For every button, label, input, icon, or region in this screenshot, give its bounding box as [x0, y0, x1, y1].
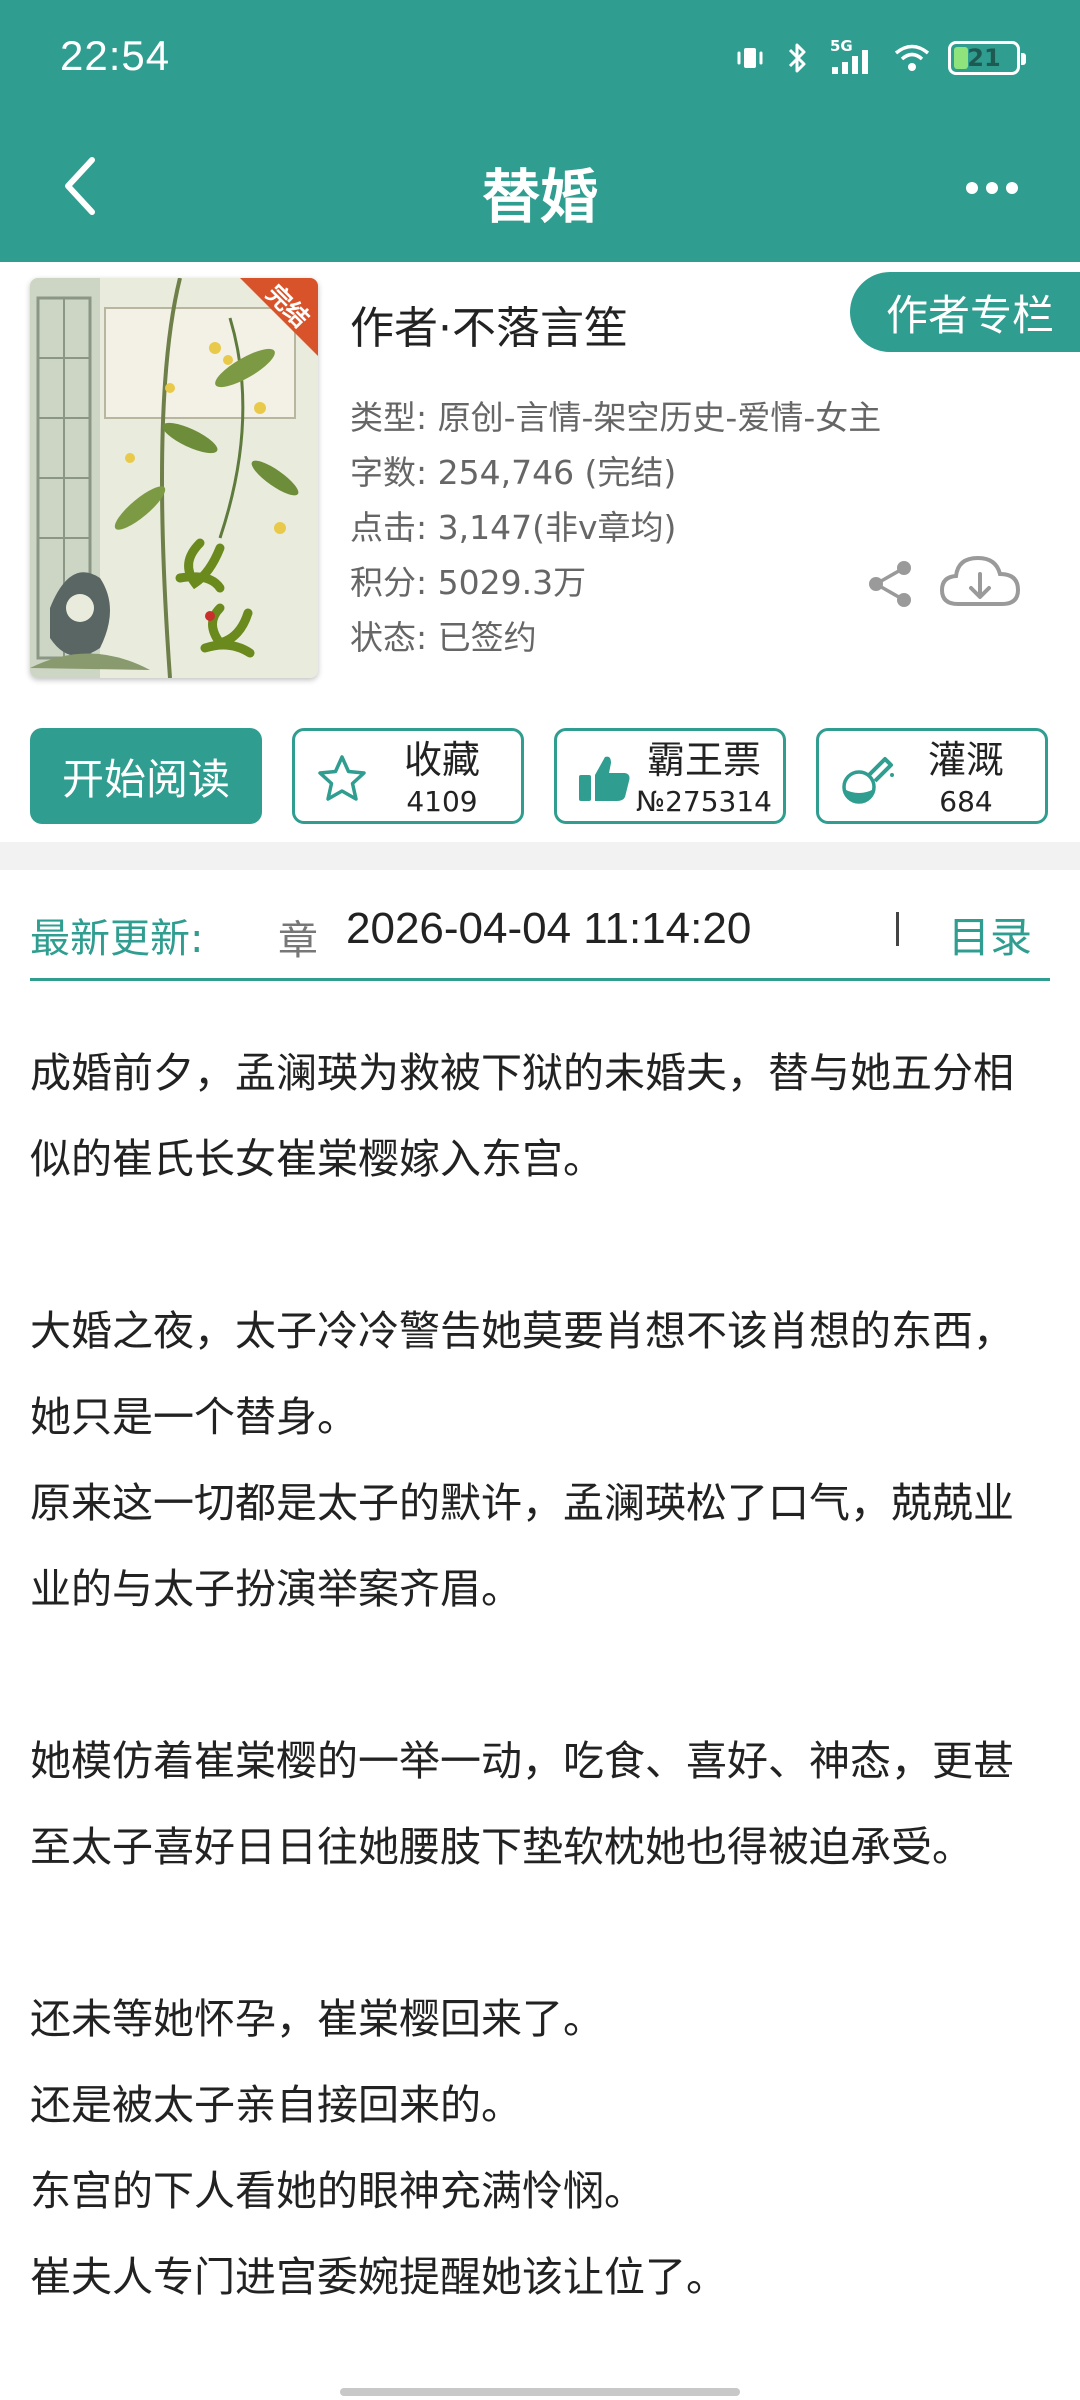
synopsis-paragraph: 崔夫人专门进宫委婉提醒她该让位了。	[30, 2253, 727, 2301]
star-icon	[318, 755, 366, 801]
signal-indicator: 5G	[830, 37, 876, 75]
latest-update-row[interactable]: 最新更新: 章 2026-04-04 11:14:20 目录	[0, 870, 1080, 1010]
nutrient-label: 灌溉	[927, 738, 1004, 782]
share-button[interactable]	[862, 556, 918, 612]
action-button-row: 开始阅读 收藏 4109 霸王票 №275314 灌溉 684	[30, 728, 1050, 824]
wifi-icon	[894, 44, 930, 71]
synopsis-blank-line	[30, 1890, 1050, 1976]
share-icon	[869, 561, 911, 607]
page-title: 替婚	[481, 163, 598, 231]
synopsis-paragraph: 原来这一切都是太子的默许，孟澜瑛松了口气，兢兢业业的与太子扮演举案齐眉。	[30, 1479, 1014, 1613]
synopsis-blank-line	[30, 1202, 1050, 1288]
nutrient-button[interactable]: 灌溉 684	[816, 728, 1048, 824]
battery-level: 21	[967, 44, 1001, 72]
synopsis-paragraph: 大婚之夜，太子冷冷警告她莫要肖想不该肖想的东西，她只是一个替身。	[30, 1307, 1014, 1441]
author-column-button[interactable]: 作者专栏	[850, 272, 1080, 352]
chevron-left-icon	[65, 157, 95, 215]
battery-indicator: 21	[948, 41, 1026, 75]
status-icons: 5G 21	[734, 37, 1026, 78]
download-button[interactable]	[938, 550, 1022, 616]
table-of-contents-link[interactable]: 目录	[948, 904, 1032, 965]
watering-bottle-icon	[842, 757, 894, 804]
latest-update-label: 最新更新:	[30, 916, 204, 962]
thumbs-up-icon	[579, 756, 630, 801]
synopsis-paragraph: 还未等她怀孕，崔棠樱回来了。	[30, 1995, 604, 2043]
bluetooth-icon	[788, 43, 806, 73]
synopsis-paragraph: 东宫的下人看她的眼神充满怜悯。	[30, 2167, 645, 2215]
start-reading-button[interactable]: 开始阅读	[30, 728, 262, 824]
book-info-card: 完结 作者·不落言笙 作者专栏 类型: 原创-言情-架空历史-爱情-女主 字数:…	[0, 262, 1080, 842]
section-divider	[0, 842, 1080, 870]
more-dot-icon	[986, 182, 998, 194]
status-time: 22:54	[60, 32, 171, 79]
cloud-download-icon	[939, 555, 1021, 606]
book-meta: 类型: 原创-言情-架空历史-爱情-女主 字数: 254,746 (完结) 点击…	[350, 390, 881, 665]
vote-button[interactable]: 霸王票 №275314	[554, 728, 786, 824]
separator	[896, 912, 899, 946]
meta-type: 类型: 原创-言情-架空历史-爱情-女主	[350, 398, 882, 437]
meta-status: 状态: 已签约	[350, 618, 537, 657]
back-button[interactable]	[48, 148, 112, 224]
meta-clicks: 点击: 3,147(非v章均)	[350, 508, 677, 547]
signal-icon	[832, 50, 868, 74]
latest-update-time: 2026-04-04 11:14:20	[346, 904, 752, 953]
author-name[interactable]: 作者·不落言笙	[350, 292, 628, 356]
book-synopsis: 成婚前夕，孟澜瑛为救被下狱的未婚夫，替与她五分相似的崔氏长女崔棠樱嫁入东宫。 大…	[30, 1030, 1050, 2320]
update-underline	[30, 978, 1050, 981]
app-header: 22:54 5G 21 替婚	[0, 0, 1080, 262]
synopsis-blank-line	[30, 1632, 1050, 1718]
status-bar: 22:54 5G 21	[0, 0, 1080, 116]
meta-score: 积分: 5029.3万	[350, 563, 587, 602]
book-cover[interactable]: 完结	[30, 278, 318, 678]
more-options-button[interactable]	[952, 158, 1032, 218]
cover-illustration: 完结	[30, 278, 318, 678]
synopsis-paragraph: 她模仿着崔棠樱的一举一动，吃食、喜好、神态，更甚至太子喜好日日往她腰肢下垫软枕她…	[30, 1737, 1014, 1871]
more-dot-icon	[1006, 182, 1018, 194]
nutrient-count: 684	[939, 785, 993, 818]
more-dot-icon	[966, 182, 978, 194]
synopsis-paragraph: 还是被太子亲自接回来的。	[30, 2081, 522, 2129]
vote-count: №275314	[635, 785, 772, 818]
home-indicator[interactable]	[340, 2388, 740, 2396]
synopsis-paragraph: 成婚前夕，孟澜瑛为救被下狱的未婚夫，替与她五分相似的崔氏长女崔棠樱嫁入东宫。	[30, 1049, 1014, 1183]
latest-chapter-name[interactable]: 章	[278, 908, 318, 966]
favorite-button[interactable]: 收藏 4109	[292, 728, 524, 824]
favorite-label: 收藏	[403, 738, 480, 782]
vote-label: 霸王票	[646, 738, 761, 782]
favorite-count: 4109	[406, 785, 478, 818]
meta-words: 字数: 254,746 (完结)	[350, 453, 677, 492]
vibrate-icon	[737, 48, 763, 68]
